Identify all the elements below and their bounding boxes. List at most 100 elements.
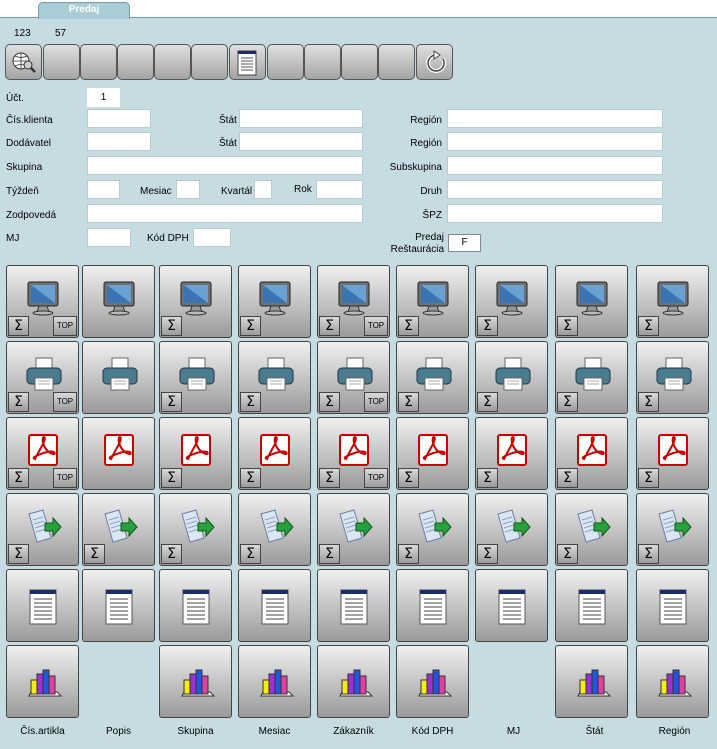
mesiac-input[interactable] (176, 180, 200, 199)
spz-input[interactable] (447, 204, 663, 223)
monitor-report-button[interactable]: Σ (396, 265, 469, 338)
toolbar-button-5[interactable] (154, 44, 191, 80)
toolbar-button-4[interactable] (117, 44, 154, 80)
printer-report-button[interactable]: Σ TOP (6, 341, 79, 414)
sum-button[interactable]: Σ (398, 392, 419, 412)
chart-report-button[interactable] (636, 645, 709, 718)
sum-button[interactable]: Σ (638, 392, 659, 412)
chart-report-button[interactable] (159, 645, 232, 718)
stat-input-1[interactable] (239, 109, 363, 128)
printer-report-button[interactable]: Σ (396, 341, 469, 414)
dodavatel-input[interactable] (87, 132, 151, 151)
druh-input[interactable] (447, 180, 663, 199)
pdf-report-button[interactable]: Σ (636, 417, 709, 490)
cis-klienta-input[interactable] (87, 109, 151, 128)
sum-button[interactable]: Σ (8, 316, 29, 336)
monitor-report-button[interactable]: Σ TOP (317, 265, 390, 338)
chart-report-button[interactable] (317, 645, 390, 718)
toolbar-button-11[interactable] (378, 44, 415, 80)
mj-input[interactable] (87, 228, 131, 247)
sum-button[interactable]: Σ (240, 544, 261, 564)
monitor-report-button[interactable]: Σ TOP (6, 265, 79, 338)
top-button[interactable]: TOP (364, 468, 388, 488)
kvartal-input[interactable] (254, 180, 272, 199)
monitor-report-button[interactable] (82, 265, 155, 338)
pdf-report-button[interactable]: Σ TOP (317, 417, 390, 490)
document-report-button[interactable] (82, 569, 155, 642)
subskupina-input[interactable] (447, 156, 663, 175)
printer-report-button[interactable]: Σ TOP (317, 341, 390, 414)
sum-button[interactable]: Σ (319, 316, 340, 336)
pdf-report-button[interactable]: Σ (238, 417, 311, 490)
toolbar-globe-search-button[interactable] (5, 44, 42, 80)
sum-button[interactable]: Σ (557, 544, 578, 564)
sum-button[interactable]: Σ (638, 544, 659, 564)
sum-button[interactable]: Σ (240, 468, 261, 488)
printer-report-button[interactable]: Σ (555, 341, 628, 414)
kod-dph-input[interactable] (193, 228, 231, 247)
sum-button[interactable]: Σ (161, 316, 182, 336)
document-report-button[interactable] (396, 569, 469, 642)
sum-button[interactable]: Σ (84, 544, 105, 564)
document-report-button[interactable] (159, 569, 232, 642)
printer-report-button[interactable] (82, 341, 155, 414)
pdf-report-button[interactable]: Σ (396, 417, 469, 490)
export-report-button[interactable]: Σ (636, 493, 709, 566)
monitor-report-button[interactable]: Σ (636, 265, 709, 338)
sum-button[interactable]: Σ (398, 544, 419, 564)
restauracia-flag-button[interactable]: F (448, 234, 481, 252)
toolbar-button-3[interactable] (80, 44, 117, 80)
printer-report-button[interactable]: Σ (238, 341, 311, 414)
document-report-button[interactable] (317, 569, 390, 642)
sum-button[interactable]: Σ (8, 468, 29, 488)
ucty-value[interactable]: 1 (87, 88, 120, 107)
document-report-button[interactable] (475, 569, 548, 642)
pdf-report-button[interactable]: Σ (159, 417, 232, 490)
tyzden-input[interactable] (87, 180, 120, 199)
export-report-button[interactable]: Σ (82, 493, 155, 566)
export-report-button[interactable]: Σ (6, 493, 79, 566)
rok-input[interactable] (316, 180, 363, 199)
printer-report-button[interactable]: Σ (475, 341, 548, 414)
toolbar-button-8[interactable] (267, 44, 304, 80)
top-button[interactable]: TOP (53, 468, 77, 488)
top-button[interactable]: TOP (53, 316, 77, 336)
sum-button[interactable]: Σ (240, 392, 261, 412)
sum-button[interactable]: Σ (638, 316, 659, 336)
monitor-report-button[interactable]: Σ (555, 265, 628, 338)
monitor-report-button[interactable]: Σ (238, 265, 311, 338)
sum-button[interactable]: Σ (319, 544, 340, 564)
sum-button[interactable]: Σ (398, 468, 419, 488)
export-report-button[interactable]: Σ (555, 493, 628, 566)
toolbar-button-10[interactable] (341, 44, 378, 80)
monitor-report-button[interactable]: Σ (475, 265, 548, 338)
toolbar-report-button[interactable] (229, 44, 266, 80)
toolbar-button-2[interactable] (43, 44, 80, 80)
printer-report-button[interactable]: Σ (159, 341, 232, 414)
export-report-button[interactable]: Σ (396, 493, 469, 566)
export-report-button[interactable]: Σ (317, 493, 390, 566)
sum-button[interactable]: Σ (240, 316, 261, 336)
sum-button[interactable]: Σ (161, 468, 182, 488)
region-input-1[interactable] (447, 109, 663, 128)
document-report-button[interactable] (555, 569, 628, 642)
printer-report-button[interactable]: Σ (636, 341, 709, 414)
sum-button[interactable]: Σ (398, 316, 419, 336)
zodpoveda-input[interactable] (87, 204, 363, 223)
sum-button[interactable]: Σ (319, 468, 340, 488)
sum-button[interactable]: Σ (319, 392, 340, 412)
sum-button[interactable]: Σ (8, 392, 29, 412)
pdf-report-button[interactable]: Σ (555, 417, 628, 490)
pdf-report-button[interactable]: Σ TOP (6, 417, 79, 490)
sum-button[interactable]: Σ (557, 468, 578, 488)
sum-button[interactable]: Σ (161, 544, 182, 564)
sum-button[interactable]: Σ (477, 468, 498, 488)
toolbar-refresh-button[interactable] (416, 44, 453, 80)
toolbar-button-6[interactable] (191, 44, 228, 80)
export-report-button[interactable]: Σ (238, 493, 311, 566)
sum-button[interactable]: Σ (477, 392, 498, 412)
export-report-button[interactable]: Σ (475, 493, 548, 566)
tab-predaj[interactable]: Predaj (38, 2, 130, 19)
chart-report-button[interactable] (6, 645, 79, 718)
sum-button[interactable]: Σ (477, 316, 498, 336)
